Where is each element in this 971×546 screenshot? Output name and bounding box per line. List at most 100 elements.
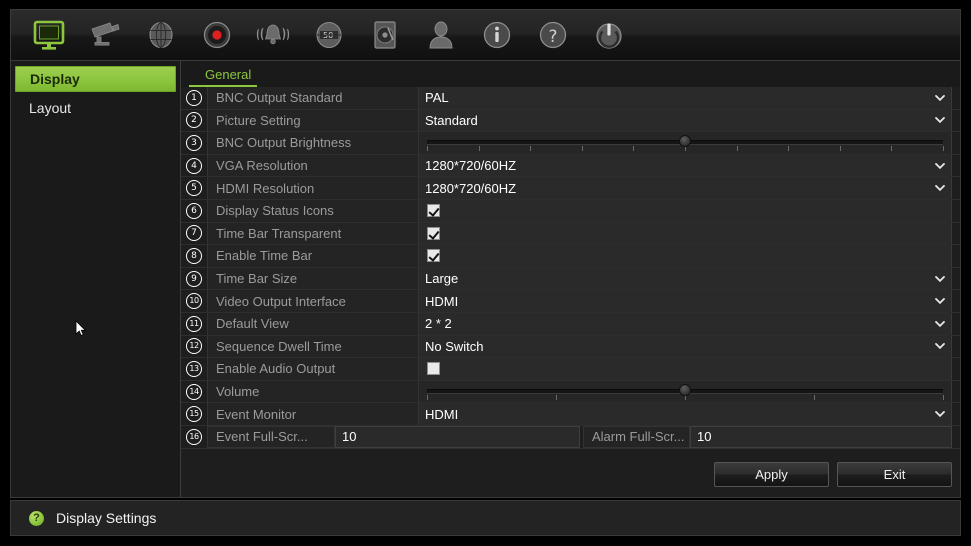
event-full-screen-label: Event Full-Scr... — [207, 425, 335, 448]
apply-button[interactable]: Apply — [714, 462, 829, 487]
row-number-badge: 9 — [186, 270, 202, 287]
settings-row-time-bar-transparent: 7 Time Bar Transparent — [181, 222, 960, 246]
row-checkbox-cell[interactable] — [419, 222, 952, 245]
settings-row-picture-setting: 2 Picture Setting Standard — [181, 109, 960, 133]
row-slider[interactable] — [419, 132, 952, 154]
row-label: Sequence Dwell Time — [207, 335, 419, 358]
row-select[interactable]: HDMI — [419, 290, 952, 312]
row-checkbox-cell[interactable] — [419, 199, 952, 222]
row-select[interactable]: Standard — [419, 109, 952, 132]
chevron-down-icon — [935, 162, 945, 169]
help-icon[interactable]: ? — [525, 12, 581, 58]
row-number-badge-cell: 8 — [181, 245, 207, 267]
row-select[interactable]: 1280*720/60HZ — [419, 177, 952, 199]
row-label: Event Monitor — [207, 403, 419, 425]
chevron-down-icon — [935, 298, 945, 305]
row-number-badge: 12 — [186, 338, 202, 355]
chevron-down-icon — [935, 117, 945, 124]
row-number-badge: 1 — [186, 89, 202, 106]
hdd-icon[interactable] — [357, 12, 413, 58]
device-management-icon[interactable]: 50 — [301, 12, 357, 58]
settings-row-event-monitor: 15 Event Monitor HDMI — [181, 403, 960, 426]
row-number-badge: 5 — [186, 180, 202, 197]
alarm-bell-icon[interactable] — [245, 12, 301, 58]
settings-row-event-full-scr: 16 Event Full-Scr... 10 Alarm Full-Scr... 10 — [181, 425, 960, 449]
chevron-down-icon — [935, 320, 945, 327]
help-circle-icon[interactable]: ? — [29, 510, 44, 526]
row-checkbox[interactable] — [427, 249, 440, 263]
row-number-badge-cell: 7 — [181, 223, 207, 245]
settings-row-enable-time-bar: 8 Enable Time Bar — [181, 245, 960, 268]
chevron-down-icon — [935, 94, 945, 101]
row-number-badge: 8 — [186, 247, 202, 264]
row-select-value: HDMI — [425, 406, 459, 422]
record-icon[interactable] — [189, 12, 245, 58]
row-number-badge-cell: 9 — [181, 268, 207, 290]
sidebar-item-label: Layout — [29, 100, 72, 116]
row-label: Time Bar Transparent — [207, 222, 419, 245]
row-select[interactable]: 1280*720/60HZ — [419, 154, 952, 177]
settings-row-bnc-output-standard: 1 BNC Output Standard PAL — [181, 87, 960, 110]
info-icon[interactable] — [469, 12, 525, 58]
alarm-full-screen-input[interactable]: 10 — [690, 425, 952, 448]
settings-row-vga-resolution: 4 VGA Resolution 1280*720/60HZ — [181, 154, 960, 178]
sidebar-item-display[interactable]: Display — [15, 66, 176, 92]
row-label: Time Bar Size — [207, 267, 419, 290]
row-number-badge-cell: 1 — [181, 87, 207, 109]
exit-button[interactable]: Exit — [837, 462, 952, 487]
row-select[interactable]: Large — [419, 267, 952, 290]
settings-row-bnc-output-brightness: 3 BNC Output Brightness — [181, 132, 960, 155]
row-select[interactable]: 2 * 2 — [419, 312, 952, 335]
row-label: HDMI Resolution — [207, 177, 419, 199]
slider-ticks — [427, 146, 944, 152]
row-number-badge-cell: 3 — [181, 132, 207, 154]
svg-text:?: ? — [548, 27, 557, 47]
settings-rows: 1 BNC Output Standard PAL 2 Picture Setting S… — [181, 87, 960, 449]
row-number-badge: 11 — [186, 315, 202, 332]
row-select[interactable]: No Switch — [419, 335, 952, 358]
row-label: BNC Output Brightness — [207, 132, 419, 154]
row-number-badge-cell: 10 — [181, 290, 207, 312]
row-number-badge-cell: 14 — [181, 381, 207, 403]
settings-row-hdmi-resolution: 5 HDMI Resolution 1280*720/60HZ — [181, 177, 960, 200]
row-number-badge: 10 — [186, 293, 202, 310]
row-select-value: Standard — [425, 112, 478, 128]
row-checkbox-cell[interactable] — [419, 245, 952, 267]
row-number-badge-cell: 6 — [181, 200, 207, 222]
tab-general[interactable]: General — [189, 67, 258, 87]
row-number-badge-cell: 5 — [181, 177, 207, 199]
row-number-badge-cell: 15 — [181, 403, 207, 425]
row-checkbox-cell[interactable] — [419, 358, 952, 380]
main-toolbar: 50 ? — [10, 9, 961, 61]
row-number-badge: 7 — [186, 225, 202, 242]
row-label: Enable Audio Output — [207, 358, 419, 380]
dialog-button-bar: Apply Exit — [714, 462, 952, 487]
row-number-badge: 4 — [186, 157, 202, 174]
event-full-screen-input[interactable]: 10 — [335, 425, 580, 448]
power-icon[interactable] — [581, 12, 637, 58]
network-icon[interactable] — [133, 12, 189, 58]
row-checkbox[interactable] — [427, 362, 440, 376]
sidebar-item-layout[interactable]: Layout — [15, 95, 176, 121]
tab-strip: General — [181, 61, 960, 88]
row-checkbox[interactable] — [427, 226, 440, 240]
monitor-display-icon[interactable] — [21, 12, 77, 58]
row-number-badge: 14 — [186, 383, 202, 400]
status-bar: ? Display Settings — [10, 500, 961, 536]
row-label: Volume — [207, 380, 419, 403]
row-select[interactable]: HDMI — [419, 403, 952, 425]
row-slider[interactable] — [419, 380, 952, 403]
row-label: Video Output Interface — [207, 290, 419, 312]
camera-icon[interactable] — [77, 12, 133, 58]
status-bar-text: Display Settings — [56, 510, 157, 526]
row-number-badge: 16 — [186, 428, 202, 445]
settings-row-video-output-interface: 10 Video Output Interface HDMI — [181, 290, 960, 313]
chevron-down-icon — [935, 343, 945, 350]
user-icon[interactable] — [413, 12, 469, 58]
row-checkbox[interactable] — [427, 204, 440, 218]
slider-knob[interactable] — [679, 383, 691, 396]
settings-row-sequence-dwell-time: 12 Sequence Dwell Time No Switch — [181, 335, 960, 359]
row-number-badge-cell: 11 — [181, 313, 207, 335]
row-select[interactable]: PAL — [419, 87, 952, 109]
row-select-value: HDMI — [425, 293, 459, 309]
